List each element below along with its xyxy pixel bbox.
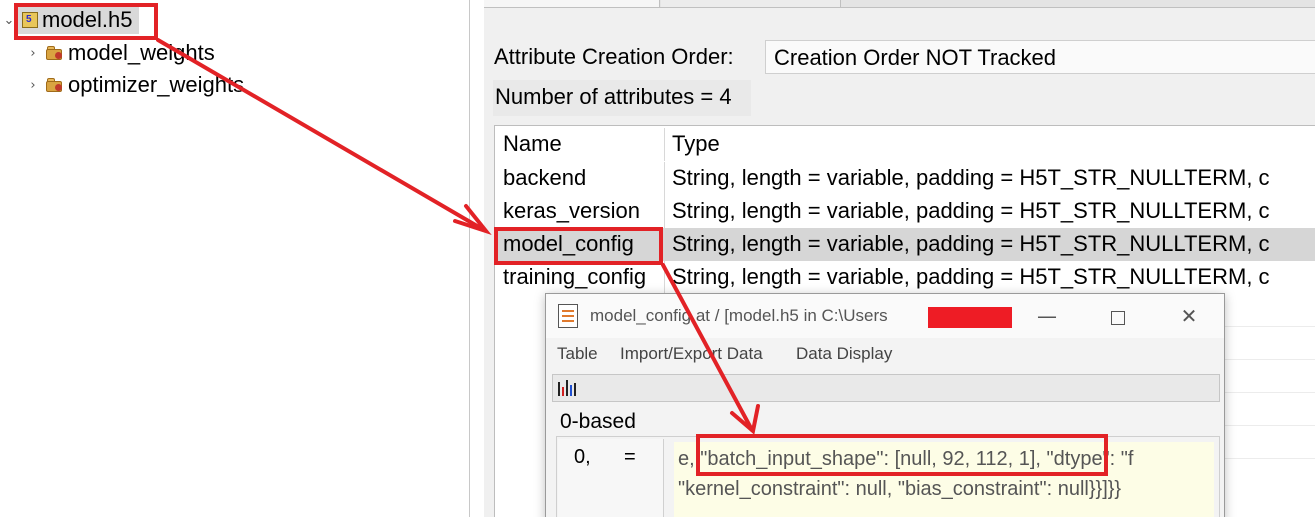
chevron-right-icon[interactable]: › <box>26 46 40 61</box>
menu-table[interactable]: Table <box>557 344 598 364</box>
attr-name-cell: backend <box>495 162 665 195</box>
table-row[interactable]: keras_version String, length = variable,… <box>495 195 1315 228</box>
menu-data-display[interactable]: Data Display <box>796 344 892 364</box>
table-row[interactable]: backend String, length = variable, paddi… <box>495 162 1315 195</box>
row-index: 0, <box>574 446 591 468</box>
index-base-label: 0-based <box>560 410 636 433</box>
attribute-count: Number of attributes = 4 <box>493 80 751 116</box>
chart-icon[interactable] <box>556 378 578 398</box>
close-button[interactable]: ✕ <box>1166 302 1212 330</box>
attr-name-cell: training_config <box>495 261 665 294</box>
dataset-viewer-window: model_config at / [model.h5 in C:\Users … <box>545 293 1225 517</box>
menu-import-export-data[interactable]: Import/Export Data <box>620 344 763 364</box>
table-document-icon <box>558 304 578 328</box>
annotation-box-model-config <box>494 227 663 265</box>
column-header-type[interactable]: Type <box>665 128 1315 161</box>
column-header-name[interactable]: Name <box>495 128 665 161</box>
tree-node-optimizer-weights[interactable]: › optimizer_weights <box>26 70 244 100</box>
tab-attributes[interactable] <box>661 0 841 7</box>
tab-general[interactable] <box>484 0 660 7</box>
window-title: model_config at / [model.h5 in C:\Users <box>590 306 888 325</box>
annotation-box-root <box>14 3 158 40</box>
tab-strip <box>484 0 1315 8</box>
attr-name-cell: keras_version <box>495 195 665 228</box>
attr-type-cell: String, length = variable, padding = H5T… <box>672 231 1270 256</box>
attr-type-cell: String, length = variable, padding = H5T… <box>672 165 1270 190</box>
tree-node-label: optimizer_weights <box>68 72 245 97</box>
toolbar <box>552 374 1220 402</box>
attr-type-cell: String, length = variable, padding = H5T… <box>672 264 1270 289</box>
maximize-button[interactable] <box>1095 302 1141 330</box>
creation-order-label: Attribute Creation Order: <box>494 44 734 69</box>
row-equals-sign: = <box>624 446 636 468</box>
window-titlebar[interactable]: model_config at / [model.h5 in C:\Users … <box>546 294 1224 338</box>
annotation-box-batch-shape <box>696 434 1108 476</box>
tree-node-model-weights[interactable]: › model_weights <box>26 38 215 68</box>
redaction-box <box>928 307 1012 328</box>
tree-node-label: model_weights <box>68 40 215 65</box>
attr-type-cell: String, length = variable, padding = H5T… <box>672 198 1270 223</box>
maximize-icon <box>1111 310 1125 325</box>
creation-order-field: Creation Order NOT Tracked <box>765 40 1315 74</box>
file-tree-pane: ⌄ 5 model.h5 › model_weights › optimizer… <box>0 0 470 517</box>
group-folder-icon <box>46 45 64 61</box>
table-row[interactable]: training_config String, length = variabl… <box>495 261 1315 294</box>
cell-text-line: "kernel_constraint": null, "bias_constra… <box>678 478 1122 500</box>
minimize-button[interactable]: — <box>1024 302 1070 330</box>
menu-bar: Table Import/Export Data Data Display <box>546 338 1224 368</box>
table-header: Name Type <box>495 128 1315 161</box>
group-folder-icon <box>46 77 64 93</box>
chevron-right-icon[interactable]: › <box>26 78 40 93</box>
